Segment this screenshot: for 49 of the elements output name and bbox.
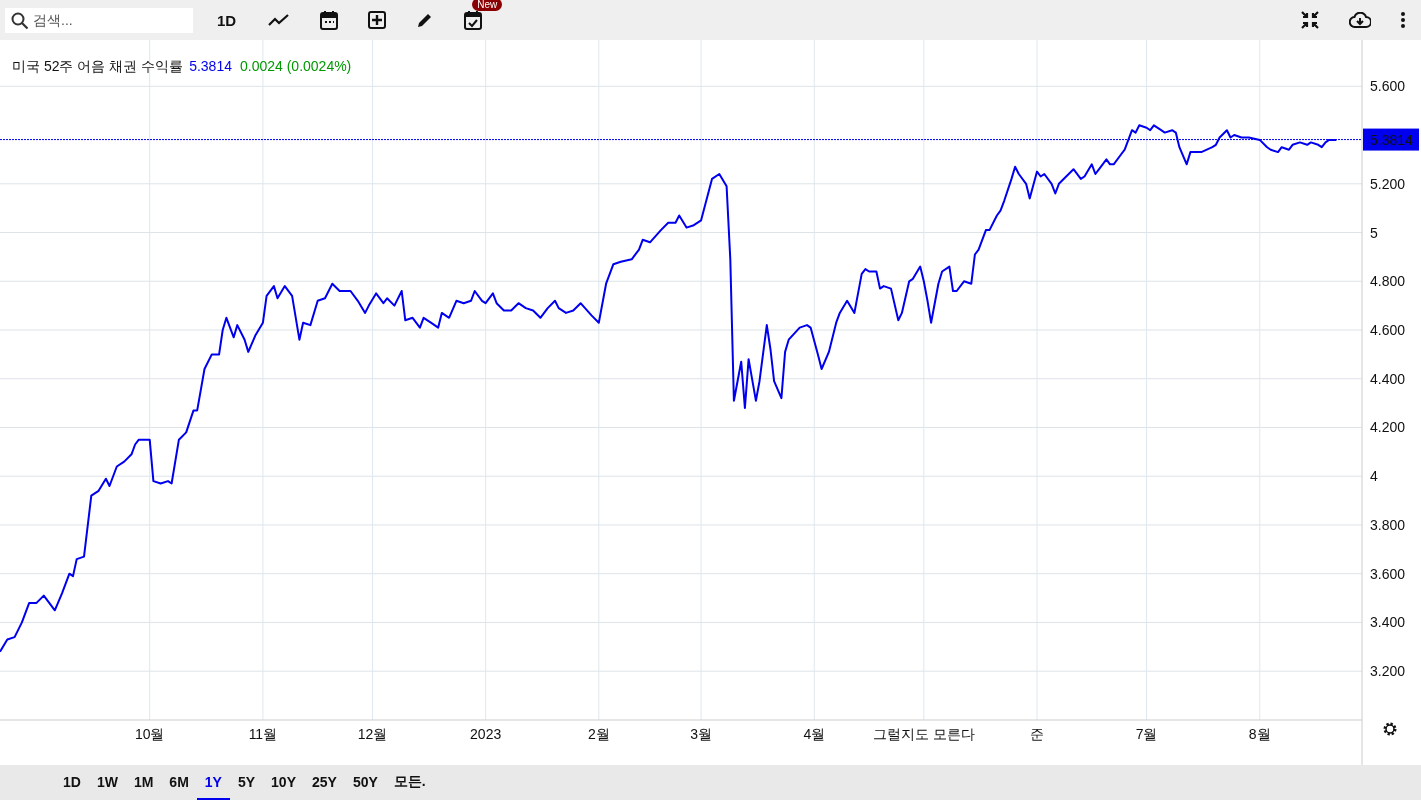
x-axis-label: 준 <box>1030 726 1044 742</box>
y-axis-label: 4.200 <box>1370 419 1406 436</box>
x-axis-label: 11월 <box>248 726 278 742</box>
y-axis-label: 3.400 <box>1370 614 1406 631</box>
search-icon <box>11 11 29 30</box>
price-change: 0.0024 (0.0024%) <box>239 58 352 76</box>
y-axis-label: 5.600 <box>1370 78 1406 95</box>
new-badge: New <box>472 0 503 11</box>
x-axis-label: 10월 <box>134 726 165 742</box>
interval-button[interactable]: 1D <box>217 11 237 29</box>
search-field[interactable]: 검색... <box>5 7 193 33</box>
x-axis-label: 4월 <box>803 726 826 742</box>
settings-icon[interactable] <box>1382 721 1398 737</box>
range-tab[interactable]: 10Y <box>263 765 304 800</box>
range-tab[interactable]: 1Y <box>196 765 230 800</box>
x-axis-label: 2월 <box>587 726 610 742</box>
x-axis-label: 그럴지도 모른다 <box>872 726 975 742</box>
x-axis-label: 8월 <box>1248 726 1271 742</box>
range-tab[interactable]: 1D <box>55 765 89 800</box>
calendar-check-icon[interactable] <box>464 10 483 30</box>
y-axis-label: 4.600 <box>1370 322 1406 338</box>
add-box-icon[interactable] <box>368 11 387 29</box>
y-axis-label: 3.200 <box>1370 663 1406 680</box>
y-axis-label: 3.600 <box>1370 565 1406 582</box>
y-axis-label: 4.400 <box>1370 370 1406 387</box>
collapse-icon[interactable] <box>1301 11 1319 29</box>
y-axis-label: 3.800 <box>1370 516 1406 533</box>
cloud-download-icon[interactable] <box>1349 12 1371 28</box>
x-axis-label: 12월 <box>357 726 388 742</box>
y-axis-label: 5.200 <box>1370 175 1406 192</box>
range-tab[interactable]: 1M <box>125 765 162 800</box>
y-axis-label: 5 <box>1370 224 1378 241</box>
range-tab[interactable]: 6M <box>161 765 197 800</box>
price-value: 5.3814 <box>189 58 232 76</box>
range-tab[interactable]: 1W <box>88 765 126 800</box>
y-axis-label: 4.800 <box>1370 273 1406 290</box>
series-title: 미국 52주 어음 채권 수익률 <box>12 58 184 76</box>
price-badge: 5.3814 <box>1363 128 1419 151</box>
range-tab[interactable]: 5Y <box>229 765 264 800</box>
y-axis-label: 4 <box>1370 468 1378 485</box>
range-tab[interactable]: 모든. <box>385 765 434 800</box>
x-axis-label: 7월 <box>1135 726 1158 742</box>
more-menu-icon[interactable] <box>1401 12 1405 28</box>
range-tab[interactable]: 50Y <box>344 765 386 800</box>
x-axis-label: 3월 <box>690 726 712 742</box>
x-axis-label: 2023 <box>470 726 502 742</box>
calendar-icon[interactable] <box>320 10 339 30</box>
range-tab[interactable]: 25Y <box>304 765 345 800</box>
line-chart-icon[interactable] <box>268 13 291 27</box>
